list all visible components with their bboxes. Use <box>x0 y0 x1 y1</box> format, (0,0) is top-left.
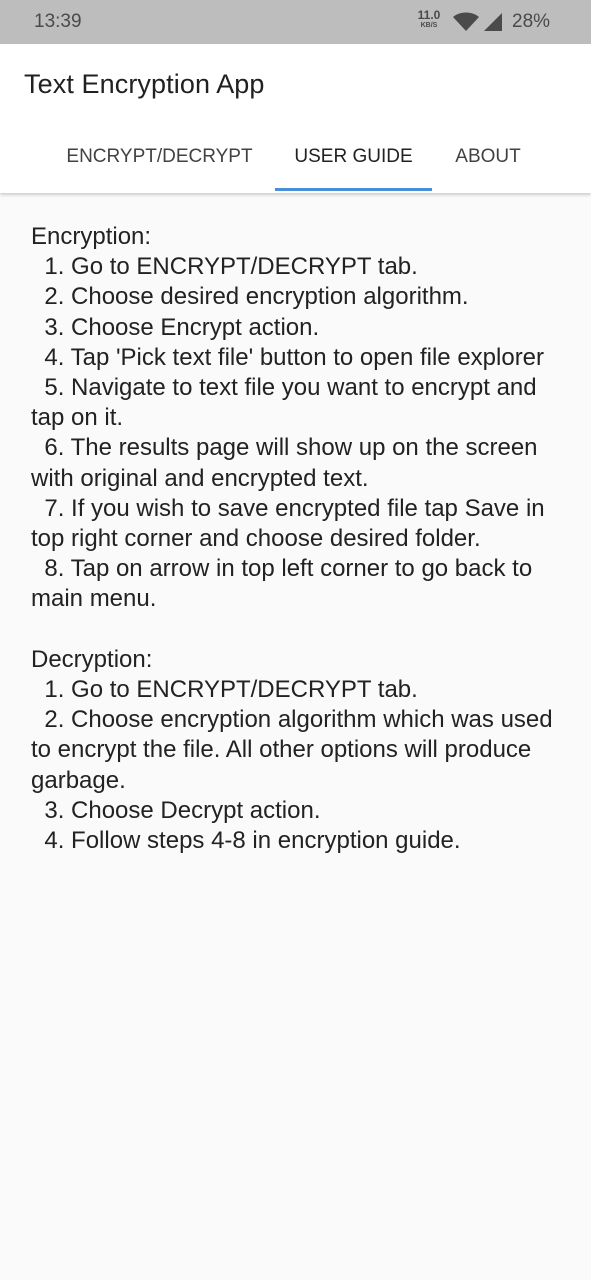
app-header: Text Encryption App ENCRYPT/DECRYPT USER… <box>0 44 591 193</box>
encryption-step: 3. Choose Encrypt action. <box>31 313 320 341</box>
decryption-step: 2. Choose encryption algorithm which was… <box>31 706 560 794</box>
decryption-step: 1. Go to ENCRYPT/DECRYPT tab. <box>31 676 418 704</box>
decryption-step: 3. Choose Decrypt action. <box>31 796 321 824</box>
encryption-section-title: Encryption: <box>31 223 152 250</box>
encryption-step: 2. Choose desired encryption algorithm. <box>31 283 469 311</box>
tab-encrypt-decrypt[interactable]: ENCRYPT/DECRYPT <box>52 136 267 193</box>
user-guide-content: Encryption: 1. Go to ENCRYPT/DECRYPT tab… <box>31 222 566 856</box>
decryption-step: 4. Follow steps 4-8 in encryption guide. <box>31 827 461 855</box>
app-title: Text Encryption App <box>24 69 265 99</box>
tab-user-guide[interactable]: USER GUIDE <box>275 136 432 193</box>
selected-tab-indicator <box>275 188 432 191</box>
network-speed-unit: KB/S <box>420 22 438 29</box>
status-bar: 13:39 11.0 KB/S 28% <box>0 0 591 44</box>
tab-about[interactable]: ABOUT <box>442 136 534 193</box>
status-time: 13:39 <box>34 11 82 32</box>
network-speed-indicator: 11.0 KB/S <box>413 9 445 29</box>
network-speed-value: 11.0 <box>417 8 441 22</box>
decryption-section-title: Decryption: <box>31 645 153 673</box>
encryption-step: 1. Go to ENCRYPT/DECRYPT tab. <box>31 253 418 281</box>
encryption-step: 5. Navigate to text file you want to enc… <box>31 374 544 432</box>
encryption-step: 8. Tap on arrow in top left corner to go… <box>31 555 539 613</box>
encryption-step: 4. Tap 'Pick text file' button to open f… <box>31 343 545 371</box>
encryption-step: 7. If you wish to save encrypted file ta… <box>31 494 552 553</box>
wifi-icon <box>453 12 479 31</box>
encryption-step: 6. The results page will show up on the … <box>31 434 545 492</box>
cellular-signal-icon <box>484 13 502 31</box>
battery-percentage: 28% <box>512 11 551 32</box>
